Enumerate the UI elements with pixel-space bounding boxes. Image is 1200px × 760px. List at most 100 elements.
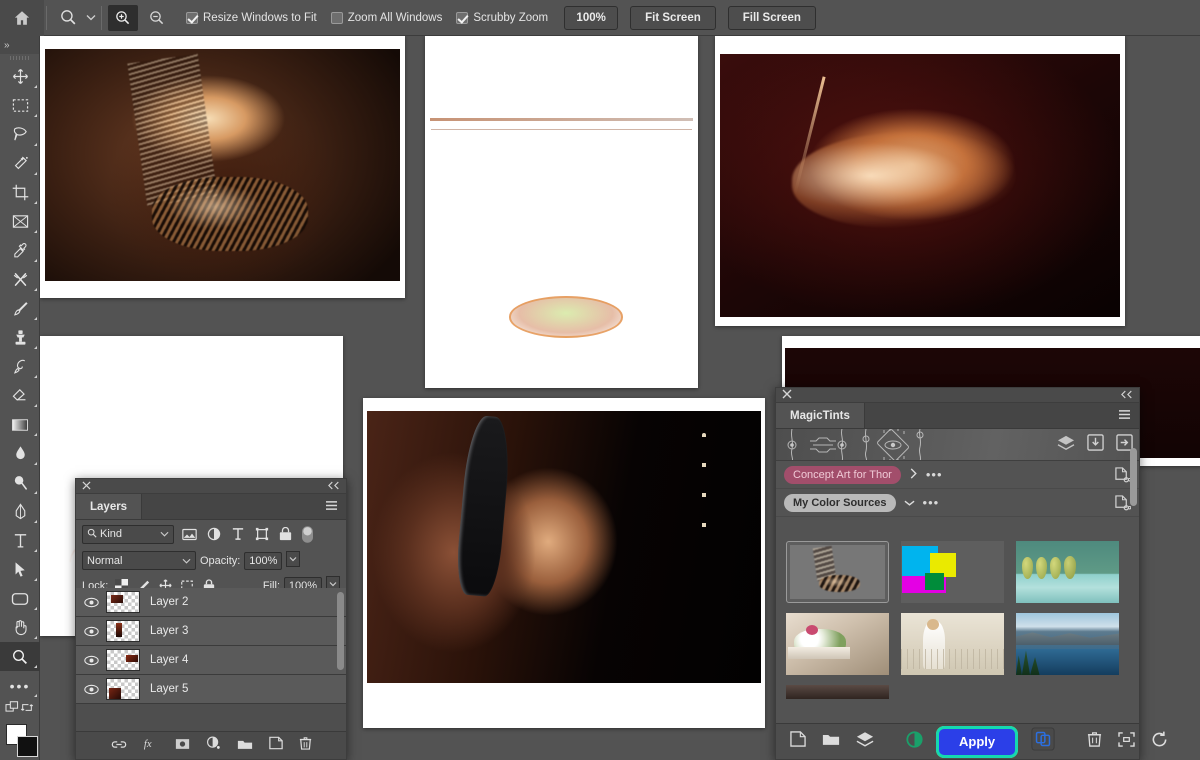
add-layer-mask-icon[interactable]: [175, 737, 190, 755]
blur-tool[interactable]: [0, 439, 40, 468]
zoom-out-icon[interactable]: [142, 5, 172, 31]
source-pill-my-color-sources[interactable]: My Color Sources: [784, 494, 896, 512]
table-row[interactable]: Layer 2: [76, 588, 346, 617]
type-layer-filter-icon[interactable]: [229, 526, 246, 543]
swatch-partial-row[interactable]: [786, 685, 889, 699]
more-tools-button[interactable]: •••: [0, 671, 40, 700]
download-icon[interactable]: [1087, 434, 1104, 456]
rectangle-tool[interactable]: [0, 584, 40, 613]
panel-menu-icon[interactable]: [325, 498, 338, 516]
close-icon[interactable]: [782, 386, 792, 404]
expand-icon[interactable]: [1118, 732, 1135, 752]
eraser-tool[interactable]: [0, 381, 40, 410]
zoom-tool-icon[interactable]: [53, 5, 83, 31]
copy-settings-icon[interactable]: [1031, 727, 1055, 756]
layers-stack-icon[interactable]: [1057, 435, 1075, 456]
preview-toggle-icon[interactable]: [906, 731, 923, 753]
stack-icon[interactable]: [856, 731, 874, 752]
photo-aerial-performer[interactable]: [720, 54, 1120, 317]
lasso-tool[interactable]: [0, 120, 40, 149]
tab-magictints[interactable]: MagicTints: [776, 403, 865, 428]
layer-filter-kind-dropdown[interactable]: Kind: [82, 525, 174, 544]
zoom-in-icon[interactable]: [108, 5, 138, 31]
layer-style-fx-icon[interactable]: fx: [143, 737, 159, 755]
document-feather-portrait[interactable]: [40, 36, 405, 298]
layer-thumbnail[interactable]: [106, 649, 140, 671]
document-latex-glove[interactable]: [363, 398, 765, 728]
resize-windows-to-fit-checkbox[interactable]: Resize Windows to Fit: [186, 12, 317, 24]
eyedropper-tool[interactable]: [0, 236, 40, 265]
layer-visibility-toggle[interactable]: [76, 626, 106, 637]
layers-list[interactable]: Layer 2 Layer 3 Layer 4: [76, 588, 346, 731]
photo-stage-performer[interactable]: [430, 43, 693, 385]
magictints-panel-dragbar[interactable]: [776, 388, 1139, 403]
chevron-down-icon[interactable]: [904, 494, 915, 512]
scrubby-zoom-checkbox[interactable]: Scrubby Zoom: [456, 12, 548, 24]
layers-panel[interactable]: Layers Kind: [75, 478, 347, 760]
brush-tool[interactable]: [0, 294, 40, 323]
pen-tool[interactable]: [0, 497, 40, 526]
fill-screen-button[interactable]: Fill Screen: [728, 6, 816, 30]
layer-thumbnail[interactable]: [106, 678, 140, 700]
chevron-down-icon[interactable]: [83, 14, 99, 21]
photo-latex-glove[interactable]: [367, 411, 761, 683]
crop-tool[interactable]: [0, 178, 40, 207]
layers-scrollbar[interactable]: [337, 592, 344, 670]
duplicate-pages-icon[interactable]: [1114, 467, 1131, 483]
chevron-right-icon[interactable]: [909, 466, 918, 484]
document-aerial-performer[interactable]: [715, 36, 1125, 326]
link-layers-icon[interactable]: [111, 737, 127, 755]
source-options-button[interactable]: •••: [923, 496, 940, 509]
layer-visibility-toggle[interactable]: [76, 684, 106, 695]
move-tool[interactable]: [0, 62, 40, 91]
collapse-icon[interactable]: [1121, 386, 1133, 404]
home-icon[interactable]: [0, 0, 44, 36]
type-tool[interactable]: [0, 526, 40, 555]
swatch-bride[interactable]: [901, 613, 1004, 675]
new-group-icon[interactable]: [237, 737, 253, 755]
folder-icon[interactable]: [822, 732, 840, 751]
toolbar-grip[interactable]: [0, 54, 39, 62]
swatch-color-blocks[interactable]: [901, 541, 1004, 603]
layer-thumbnail[interactable]: [106, 620, 140, 642]
magictints-panel[interactable]: MagicTints: [775, 387, 1140, 760]
duplicate-pages-icon[interactable]: [1114, 495, 1131, 511]
delete-icon[interactable]: [1087, 731, 1102, 752]
swatch-crater-lake[interactable]: [1016, 613, 1119, 675]
reset-icon[interactable]: [1151, 731, 1168, 753]
opacity-input[interactable]: 100%: [244, 552, 282, 570]
photo-feather-portrait[interactable]: [45, 49, 400, 281]
panel-menu-icon[interactable]: [1118, 407, 1131, 425]
magictints-source-row[interactable]: My Color Sources •••: [776, 489, 1139, 517]
layer-visibility-toggle[interactable]: [76, 655, 106, 666]
edit-toolbar-icon[interactable]: [5, 701, 20, 719]
adjustment-layer-filter-icon[interactable]: [205, 526, 222, 543]
clone-stamp-tool[interactable]: [0, 323, 40, 352]
new-layer-icon[interactable]: [269, 736, 283, 755]
table-row[interactable]: Layer 3: [76, 617, 346, 646]
new-adjustment-layer-icon[interactable]: [206, 736, 221, 755]
toolbar-collapse-button[interactable]: »: [0, 36, 39, 54]
layer-visibility-toggle[interactable]: [76, 597, 106, 608]
history-brush-tool[interactable]: [0, 352, 40, 381]
preset-options-button[interactable]: •••: [926, 468, 943, 481]
delete-layer-icon[interactable]: [299, 736, 312, 755]
magictints-scrollbar[interactable]: [1130, 448, 1137, 506]
frame-tool[interactable]: [0, 207, 40, 236]
shape-layer-filter-icon[interactable]: [253, 526, 270, 543]
layers-panel-dragbar[interactable]: [76, 479, 346, 494]
path-selection-tool[interactable]: [0, 555, 40, 584]
fit-screen-button[interactable]: Fit Screen: [630, 6, 716, 30]
background-color-swatch[interactable]: [17, 736, 38, 757]
blend-mode-dropdown[interactable]: Normal: [82, 551, 196, 570]
new-source-icon[interactable]: [790, 731, 806, 752]
magictints-preset-row[interactable]: Concept Art for Thor •••: [776, 461, 1139, 489]
dodge-tool[interactable]: [0, 468, 40, 497]
healing-brush-tool[interactable]: [0, 265, 40, 294]
gradient-tool[interactable]: [0, 410, 40, 439]
close-icon[interactable]: [82, 477, 91, 495]
opacity-chevron-icon[interactable]: [286, 551, 300, 570]
magictints-swatch-grid[interactable]: [776, 533, 1129, 723]
smart-object-filter-icon[interactable]: [277, 526, 294, 543]
tab-layers[interactable]: Layers: [76, 494, 142, 519]
